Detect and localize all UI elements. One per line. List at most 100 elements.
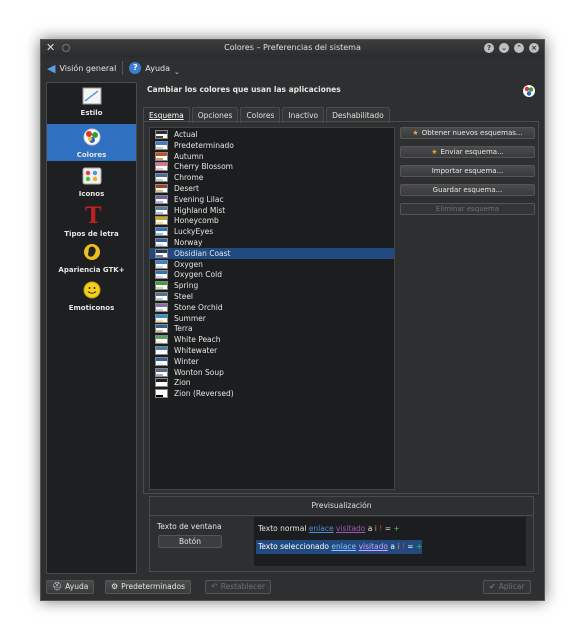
- colors-icon: [83, 128, 100, 146]
- scheme-name: Desert: [174, 184, 199, 193]
- list-item[interactable]: Steel: [150, 291, 394, 302]
- preview-title: Previsualización: [311, 501, 372, 510]
- visited-text[interactable]: visitado: [336, 524, 365, 533]
- scheme-name: Highland Mist: [174, 205, 226, 215]
- list-item[interactable]: Terra: [150, 323, 394, 334]
- bottom-bar: ⛑ Ayuda ⚙ Predeterminados ↶ Restablecer ✔ Ap…: [41, 578, 544, 600]
- sidebar-item-colors[interactable]: Colores: [47, 124, 136, 161]
- scheme-name: Steel: [174, 292, 194, 301]
- svg-text:T: T: [85, 204, 102, 226]
- star-icon: ★: [412, 129, 419, 137]
- sidebar-item-label: Apariencia GTK+: [58, 266, 125, 274]
- scheme-name: Summer: [174, 313, 206, 323]
- emoticons-icon: [83, 281, 100, 299]
- scheme-preview-icon: [155, 378, 168, 388]
- sidebar-item-emoticons[interactable]: Emoticonos: [47, 280, 136, 314]
- minimize-icon[interactable]: ⌄: [499, 43, 509, 53]
- import-scheme-button[interactable]: Importar esquema...: [400, 165, 535, 177]
- sidebar-item-style[interactable]: Estilo: [47, 87, 136, 121]
- preview-panel: Previsualización Texto de ventana Botón …: [149, 496, 534, 572]
- scheme-name: Zion (Reversed): [174, 389, 234, 399]
- upload-scheme-button[interactable]: ★ Enviar esquema...: [400, 146, 535, 158]
- scheme-name: Winter: [174, 356, 199, 366]
- list-item[interactable]: White Peach: [150, 334, 394, 345]
- scheme-preview-icon: [155, 173, 168, 183]
- scheme-list[interactable]: Actual Predeterminado Autumn Cherry Blossom…: [149, 127, 395, 490]
- settings-window: ✕ Colores – Preferencias del sistema ? ⌄…: [40, 39, 545, 601]
- help-window-icon[interactable]: ?: [484, 43, 494, 53]
- sidebar-item-gtk[interactable]: Apariencia GTK+: [47, 242, 136, 276]
- list-item[interactable]: Honeycomb: [150, 215, 394, 226]
- list-item[interactable]: Obsidian Coast: [150, 247, 394, 259]
- scheme-name: LuckyEyes: [174, 227, 214, 237]
- reset-button: ↶ Restablecer: [205, 580, 271, 594]
- overview-button[interactable]: ◀ Visión general: [47, 62, 116, 75]
- list-item[interactable]: Evening Lilac: [150, 194, 394, 205]
- list-item[interactable]: Zion (Reversed): [150, 388, 394, 399]
- reset-icon: ↶: [211, 582, 218, 591]
- list-item[interactable]: Zion: [150, 377, 394, 388]
- sidebar-item-icons[interactable]: Iconos: [47, 166, 136, 200]
- scheme-preview-icon: [155, 151, 168, 161]
- scheme-preview-icon: [155, 162, 168, 172]
- scheme-name: Actual: [174, 130, 198, 139]
- colors-header-icon: [523, 85, 535, 97]
- help-icon: ?: [129, 62, 142, 74]
- sidebar-item-label: Estilo: [80, 109, 103, 117]
- list-item[interactable]: Actual: [150, 129, 394, 140]
- close-icon[interactable]: ×: [529, 43, 539, 53]
- scheme-name: Terra: [174, 324, 193, 334]
- window-text-label: Texto de ventana: [157, 522, 222, 531]
- list-item[interactable]: Spring: [150, 280, 394, 291]
- scheme-preview-icon: [155, 281, 168, 291]
- scheme-preview-icon: [155, 184, 168, 193]
- scheme-name: Obsidian Coast: [174, 248, 231, 258]
- sidebar: Estilo Colores Iconos T Tipos de letra A…: [46, 82, 137, 574]
- get-new-schemes-button[interactable]: ★ Obtener nuevos esquemas...: [400, 127, 535, 139]
- scheme-preview-icon: [155, 194, 168, 204]
- list-item[interactable]: Predeterminado: [150, 140, 394, 151]
- scheme-preview-icon: [155, 259, 168, 269]
- scheme-preview-icon: [155, 356, 168, 366]
- list-item[interactable]: Summer: [150, 313, 394, 324]
- scheme-panel: Actual Predeterminado Autumn Cherry Blossom…: [143, 121, 539, 494]
- scheme-preview-icon: [155, 216, 168, 226]
- defaults-button[interactable]: ⚙ Predeterminados: [105, 580, 191, 594]
- star-icon: ★: [431, 148, 438, 156]
- help-bottom-button[interactable]: ⛑ Ayuda: [46, 580, 95, 594]
- list-item[interactable]: Chrome: [150, 172, 394, 183]
- scheme-name: Cherry Blossom: [174, 162, 233, 172]
- list-item[interactable]: Norway: [150, 237, 394, 248]
- scheme-name: Chrome: [174, 173, 204, 183]
- list-item[interactable]: Whitewater: [150, 345, 394, 356]
- scheme-name: Stone Orchid: [174, 302, 223, 312]
- sidebar-item-fonts[interactable]: T Tipos de letra: [47, 203, 136, 238]
- scheme-preview-icon: [155, 367, 168, 377]
- list-item[interactable]: Desert: [150, 183, 394, 194]
- selected-text-line: Texto seleccionado enlace visitado a i !…: [256, 540, 422, 554]
- list-item[interactable]: Wonton Soup: [150, 367, 394, 378]
- scheme-preview-icon: [155, 227, 168, 237]
- defaults-icon: ⚙: [111, 582, 119, 591]
- list-item[interactable]: Stone Orchid: [150, 302, 394, 313]
- list-item[interactable]: Autumn: [150, 151, 394, 162]
- scheme-preview-icon: [155, 335, 168, 345]
- apply-button: ✔ Aplicar: [483, 580, 531, 594]
- list-item[interactable]: Oxygen Cold: [150, 269, 394, 280]
- scheme-preview-icon: [155, 346, 168, 355]
- scheme-preview-icon: [155, 324, 168, 334]
- toolbar: ◀ Visión general ? Ayuda ⌄: [41, 57, 544, 79]
- list-item[interactable]: Winter: [150, 356, 394, 367]
- scheme-preview-icon: [155, 130, 168, 139]
- list-item[interactable]: Oxygen: [150, 259, 394, 270]
- maximize-icon[interactable]: ⌃: [514, 43, 524, 53]
- link-text[interactable]: enlace: [309, 524, 334, 533]
- help-button[interactable]: ? Ayuda ⌄: [129, 62, 180, 76]
- list-item[interactable]: Highland Mist: [150, 205, 394, 216]
- save-scheme-button[interactable]: Guardar esquema...: [400, 184, 535, 196]
- list-item[interactable]: LuckyEyes: [150, 226, 394, 237]
- preview-button[interactable]: Botón: [158, 535, 222, 548]
- toolbar-separator: [122, 61, 124, 75]
- overview-label: Visión general: [59, 63, 117, 73]
- list-item[interactable]: Cherry Blossom: [150, 161, 394, 172]
